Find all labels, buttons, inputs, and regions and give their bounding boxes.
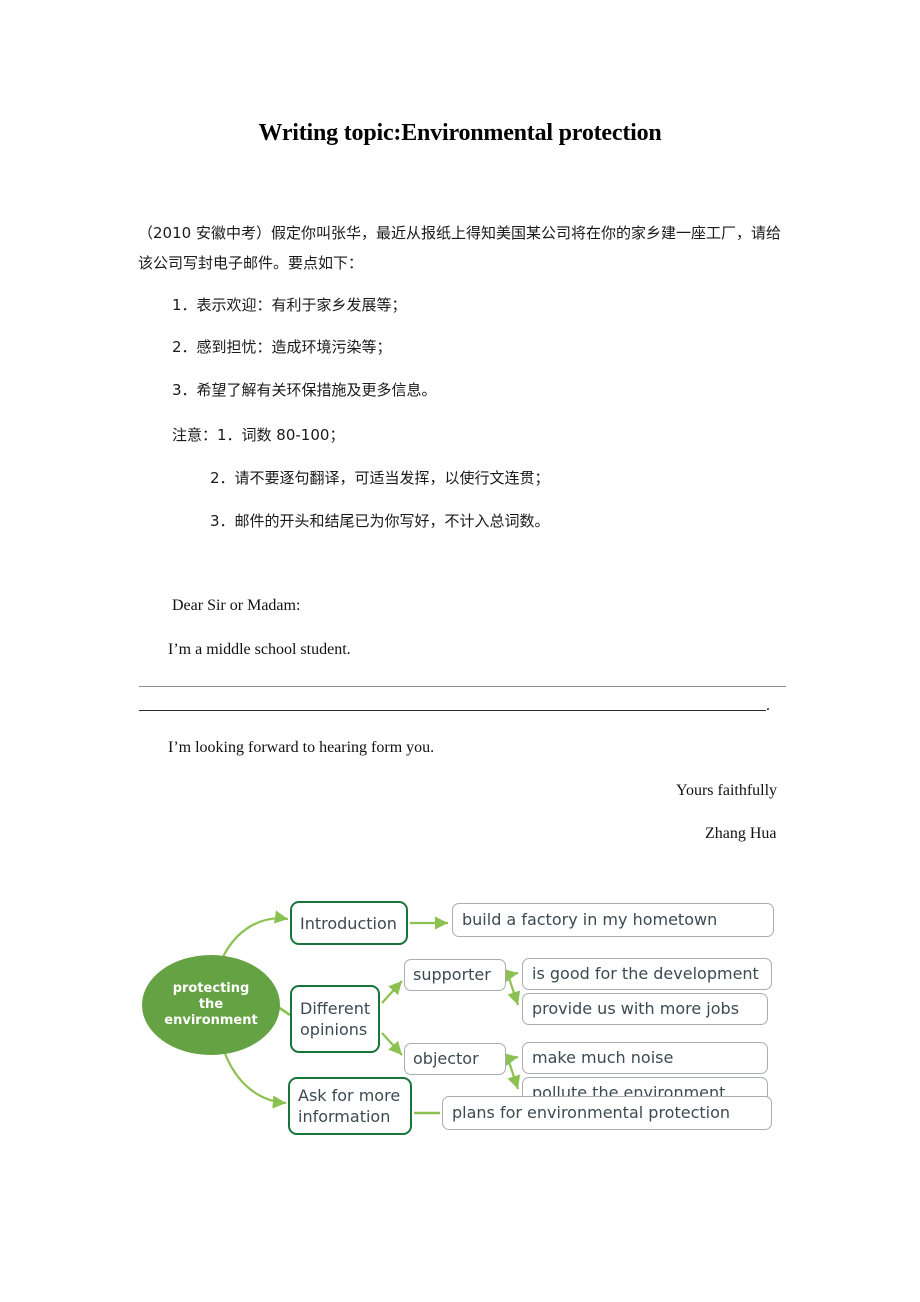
mindmap-node-ask-more-line-1: Ask for more (298, 1086, 401, 1105)
connector-center-ask-more (222, 1050, 287, 1109)
mindmap-node-different-opinions: Different opinions (290, 985, 380, 1053)
connector-supporter-good (503, 969, 519, 983)
mindmap-center-line-2: the (198, 997, 224, 1012)
connector-objector-noise (503, 1053, 519, 1067)
mindmap-leaf-much-noise-label: make much noise (532, 1048, 674, 1067)
mindmap-center-line-3: environment (164, 1013, 258, 1028)
letter-opening-line: I’m a middle school student. (168, 641, 351, 658)
connector-opinions-objector (381, 1032, 403, 1056)
intro-paragraph: （2010 安徽中考）假定你叫张华，最近从报纸上得知美国某公司将在你的家乡建一座… (138, 224, 781, 272)
mindmap-leaf-more-jobs-label: provide us with more jobs (532, 999, 740, 1018)
note-item-3: 3．邮件的开头和结尾已为你写好，不计入总词数。 (210, 512, 550, 530)
requirement-point-3: 3．希望了解有关环保措施及更多信息。 (172, 381, 437, 399)
letter-closing-line: I’m looking forward to hearing form you. (168, 739, 435, 756)
page-title: Writing topic:Environmental protection (258, 120, 662, 146)
requirement-point-2: 2．感到担忧：造成环境污染等； (172, 338, 392, 356)
mindmap-node-different-opinions-line-2: opinions (300, 1020, 368, 1039)
mindmap-leaf-protection-plans-label: plans for environmental protection (452, 1103, 731, 1122)
mindmap-leaf-good-development: is good for the development (522, 958, 772, 990)
mindmap-leaf-much-noise: make much noise (522, 1042, 768, 1074)
document-page: Writing topic:Environmental protection （… (0, 0, 920, 1302)
connector-opinions-supporter (381, 980, 403, 1004)
requirement-point-1: 1．表示欢迎：有利于家乡发展等； (172, 296, 407, 314)
mindmap-leaf-build-factory-label: build a factory in my hometown (462, 910, 718, 929)
mindmap-leaf-good-development-label: is good for the development (532, 964, 759, 983)
answer-blank-line-2 (139, 710, 766, 711)
answer-blank-period: . (766, 697, 770, 714)
mindmap-node-introduction: Introduction (290, 901, 408, 945)
mindmap-center-node: protecting the environment (142, 955, 280, 1055)
mindmap-leaf-protection-plans: plans for environmental protection (442, 1096, 772, 1130)
note-item-1: 注意：1．词数 80-100； (172, 426, 345, 444)
mindmap-node-ask-more-line-2: information (298, 1107, 391, 1126)
mindmap-leaf-more-jobs: provide us with more jobs (522, 993, 768, 1025)
mindmap-leaf-build-factory: build a factory in my hometown (452, 903, 774, 937)
connector-objector-pollute (506, 1058, 521, 1090)
mindmap-node-objector-label: objector (413, 1049, 479, 1068)
mindmap-node-ask-more-information: Ask for more information (288, 1077, 412, 1135)
note-item-2: 2．请不要逐句翻译，可适当发挥，以使行文连贯； (210, 469, 550, 487)
mindmap-node-different-opinions-line-1: Different (300, 999, 371, 1018)
letter-signature: Zhang Hua (705, 825, 777, 842)
answer-blank-line-1 (139, 686, 786, 687)
letter-salutation: Dear Sir or Madam: (172, 597, 301, 614)
connector-center-introduction (221, 910, 289, 960)
mindmap-node-supporter-label: supporter (413, 965, 491, 984)
mindmap-diagram: protecting the environment Introduction … (140, 885, 790, 1135)
mindmap-center-line-1: protecting (172, 981, 250, 996)
connector-supporter-jobs (506, 974, 521, 1006)
letter-signoff: Yours faithfully (676, 782, 778, 799)
mindmap-node-supporter: supporter (404, 959, 506, 991)
mindmap-node-introduction-label: Introduction (300, 913, 397, 933)
mindmap-node-objector: objector (404, 1043, 506, 1075)
